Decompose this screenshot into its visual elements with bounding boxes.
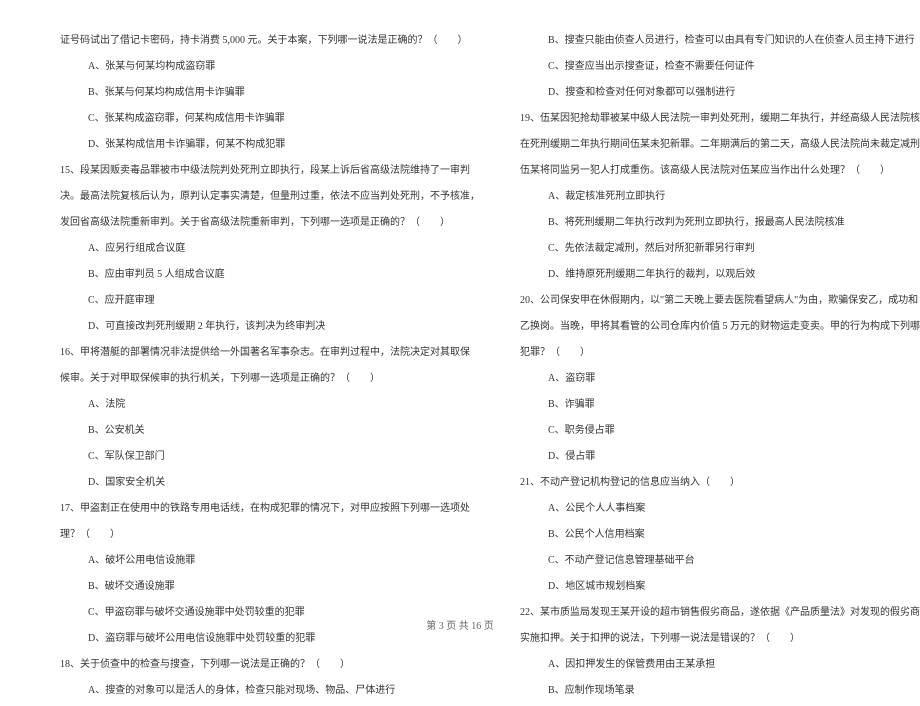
option-22b: B、应制作现场笔录	[520, 680, 920, 702]
question-19-cont: 在死刑缓期二年执行期间伍某未犯新罪。二年期满后的第二天，高级人民法院尚未裁定减刑…	[520, 134, 920, 156]
option-19b: B、将死刑缓期二年执行改判为死刑立即执行，报最高人民法院核准	[520, 212, 920, 234]
option-16d: D、国家安全机关	[60, 472, 480, 494]
option-18b: B、搜查只能由侦查人员进行，检查可以由具有专门知识的人在侦查人员主持下进行	[520, 30, 920, 52]
option-21d: D、地区城市规划档案	[520, 576, 920, 598]
question-14-cont: 证号码试出了借记卡密码，持卡消费 5,000 元。关于本案，下列哪一说法是正确的…	[60, 30, 480, 52]
page-number: 第 3 页 共 16 页	[0, 617, 920, 632]
option-16a: A、法院	[60, 394, 480, 416]
option-19d: D、维持原死刑缓期二年执行的裁判，以观后效	[520, 264, 920, 286]
question-18: 18、关于侦查中的检查与搜查，下列哪一说法是正确的？（ ）	[60, 654, 480, 676]
option-14c: C、张某构成盗窃罪，何某构成信用卡诈骗罪	[60, 108, 480, 130]
option-18a: A、搜查的对象可以是活人的身体，检查只能对现场、物品、尸体进行	[60, 680, 480, 702]
question-15-cont2: 发回省高级法院重新审判。关于省高级法院重新审判，下列哪一选项是正确的？（ ）	[60, 212, 480, 234]
right-column: B、搜查只能由侦查人员进行，检查可以由具有专门知识的人在侦查人员主持下进行 C、…	[520, 30, 920, 706]
option-20a: A、盗窃罪	[520, 368, 920, 390]
option-18c: C、搜查应当出示搜查证，检查不需要任何证件	[520, 56, 920, 78]
option-15d: D、可直接改判死刑缓期 2 年执行，该判决为终审判决	[60, 316, 480, 338]
option-15a: A、应另行组成合议庭	[60, 238, 480, 260]
exam-page: 证号码试出了借记卡密码，持卡消费 5,000 元。关于本案，下列哪一说法是正确的…	[0, 0, 920, 706]
option-22a: A、因扣押发生的保管费用由王某承担	[520, 654, 920, 676]
option-21c: C、不动产登记信息管理基础平台	[520, 550, 920, 572]
option-19a: A、裁定核准死刑立即执行	[520, 186, 920, 208]
option-15c: C、应开庭审理	[60, 290, 480, 312]
option-17b: B、破坏交通设施罪	[60, 576, 480, 598]
question-17: 17、甲盗割正在使用中的铁路专用电话线，在构成犯罪的情况下，对甲应按照下列哪一选…	[60, 498, 480, 520]
option-15b: B、应由审判员 5 人组成合议庭	[60, 264, 480, 286]
option-14d: D、张某构成信用卡诈骗罪，何某不构成犯罪	[60, 134, 480, 156]
option-14b: B、张某与何某均构成信用卡诈骗罪	[60, 82, 480, 104]
option-20c: C、职务侵占罪	[520, 420, 920, 442]
option-20b: B、诈骗罪	[520, 394, 920, 416]
question-19: 19、伍某因犯抢劫罪被某中级人民法院一审判处死刑，缓期二年执行，并经高级人民法院…	[520, 108, 920, 130]
question-20: 20、公司保安甲在休假期内，以"第二天晚上要去医院看望病人"为由，欺骗保安乙，成…	[520, 290, 920, 312]
left-column: 证号码试出了借记卡密码，持卡消费 5,000 元。关于本案，下列哪一说法是正确的…	[60, 30, 480, 706]
option-21b: B、公民个人信用档案	[520, 524, 920, 546]
question-16-cont: 候审。关于对甲取保候审的执行机关，下列哪一选项是正确的？（ ）	[60, 368, 480, 390]
question-15: 15、段某因贩卖毒品罪被市中级法院判处死刑立即执行，段某上诉后省高级法院维持了一…	[60, 160, 480, 182]
question-21: 21、不动产登记机构登记的信息应当纳入（ ）	[520, 472, 920, 494]
option-21a: A、公民个人人事档案	[520, 498, 920, 520]
question-20-cont2: 犯罪？（ ）	[520, 342, 920, 364]
option-16b: B、公安机关	[60, 420, 480, 442]
option-19c: C、先依法裁定减刑，然后对所犯新罪另行审判	[520, 238, 920, 260]
option-18d: D、搜查和检查对任何对象都可以强制进行	[520, 82, 920, 104]
question-19-cont2: 伍某将同监另一犯人打成重伤。该高级人民法院对伍某应当作出什么处理？（ ）	[520, 160, 920, 182]
question-20-cont: 乙换岗。当晚，甲将其看管的公司仓库内价值 5 万元的财物运走变卖。甲的行为构成下…	[520, 316, 920, 338]
option-16c: C、军队保卫部门	[60, 446, 480, 468]
option-17a: A、破坏公用电信设施罪	[60, 550, 480, 572]
question-17-cont: 理？（ ）	[60, 524, 480, 546]
option-20d: D、侵占罪	[520, 446, 920, 468]
question-16: 16、甲将潜艇的部署情况非法提供给一外国著名军事杂志。在审判过程中，法院决定对其…	[60, 342, 480, 364]
option-14a: A、张某与何某均构成盗窃罪	[60, 56, 480, 78]
question-15-cont: 决。最高法院复核后认为，原判认定事实清楚，但量刑过重，依法不应当判处死刑，不予核…	[60, 186, 480, 208]
